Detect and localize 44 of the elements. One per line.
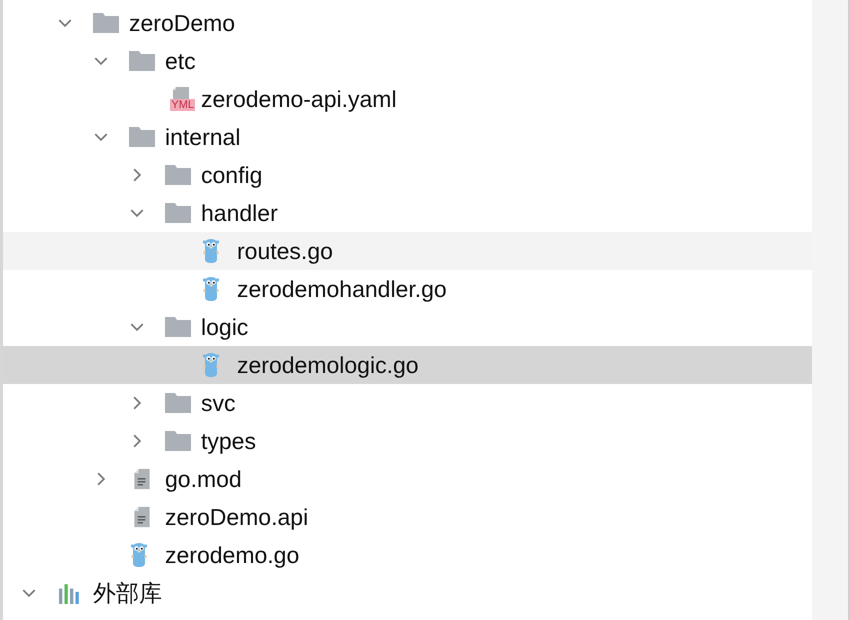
tree-row[interactable]: routes.go bbox=[3, 232, 812, 270]
tree-row[interactable]: 外部库 bbox=[3, 574, 812, 612]
file-name: zerodemo.go bbox=[165, 542, 300, 568]
tree-row[interactable]: zeroDemo bbox=[3, 4, 812, 42]
file-name: go.mod bbox=[165, 466, 242, 492]
tree-row[interactable]: svc bbox=[3, 384, 812, 422]
tree-row[interactable]: YML zerodemo-api.yaml bbox=[3, 80, 812, 118]
file-name: zeroDemo bbox=[129, 10, 236, 36]
file-name: internal bbox=[165, 124, 240, 150]
tree-row[interactable]: internal bbox=[3, 118, 812, 156]
folder-icon bbox=[165, 316, 191, 338]
tree-row[interactable]: etc bbox=[3, 42, 812, 80]
gopher-icon bbox=[201, 238, 221, 264]
file-name: handler bbox=[201, 200, 278, 226]
tree-row[interactable]: config bbox=[3, 156, 812, 194]
folder-icon bbox=[93, 12, 119, 34]
folder-icon bbox=[165, 392, 191, 414]
tree-row[interactable]: zerodemologic.go bbox=[3, 346, 812, 384]
tree-row[interactable]: zerodemohandler.go bbox=[3, 270, 812, 308]
file-name: zerodemo-api.yaml bbox=[201, 86, 397, 112]
gopher-icon bbox=[201, 276, 221, 302]
tree-row[interactable]: go.mod bbox=[3, 460, 812, 498]
tree-row[interactable]: logic bbox=[3, 308, 812, 346]
file-name: zerodemologic.go bbox=[237, 352, 419, 378]
gopher-icon bbox=[201, 352, 221, 378]
file-name: routes.go bbox=[237, 238, 333, 264]
file-name: types bbox=[201, 428, 256, 454]
file-name: zeroDemo.api bbox=[165, 504, 308, 530]
tree-row[interactable]: handler bbox=[3, 194, 812, 232]
gopher-icon bbox=[129, 542, 149, 568]
tree-row[interactable]: zeroDemo.api bbox=[3, 498, 812, 536]
folder-icon bbox=[165, 164, 191, 186]
tree-row[interactable]: types bbox=[3, 422, 812, 460]
folder-icon bbox=[129, 126, 155, 148]
folder-icon bbox=[165, 430, 191, 452]
file-name: svc bbox=[201, 390, 236, 416]
folder-icon bbox=[165, 202, 191, 224]
tree-row[interactable]: zerodemo.go bbox=[3, 536, 812, 574]
folder-icon bbox=[129, 50, 155, 72]
file-name: config bbox=[201, 162, 262, 188]
file-name: etc bbox=[165, 48, 196, 74]
folder-name: 外部库 bbox=[93, 578, 162, 608]
file-name: zerodemohandler.go bbox=[237, 276, 447, 302]
file-name: logic bbox=[201, 314, 248, 340]
